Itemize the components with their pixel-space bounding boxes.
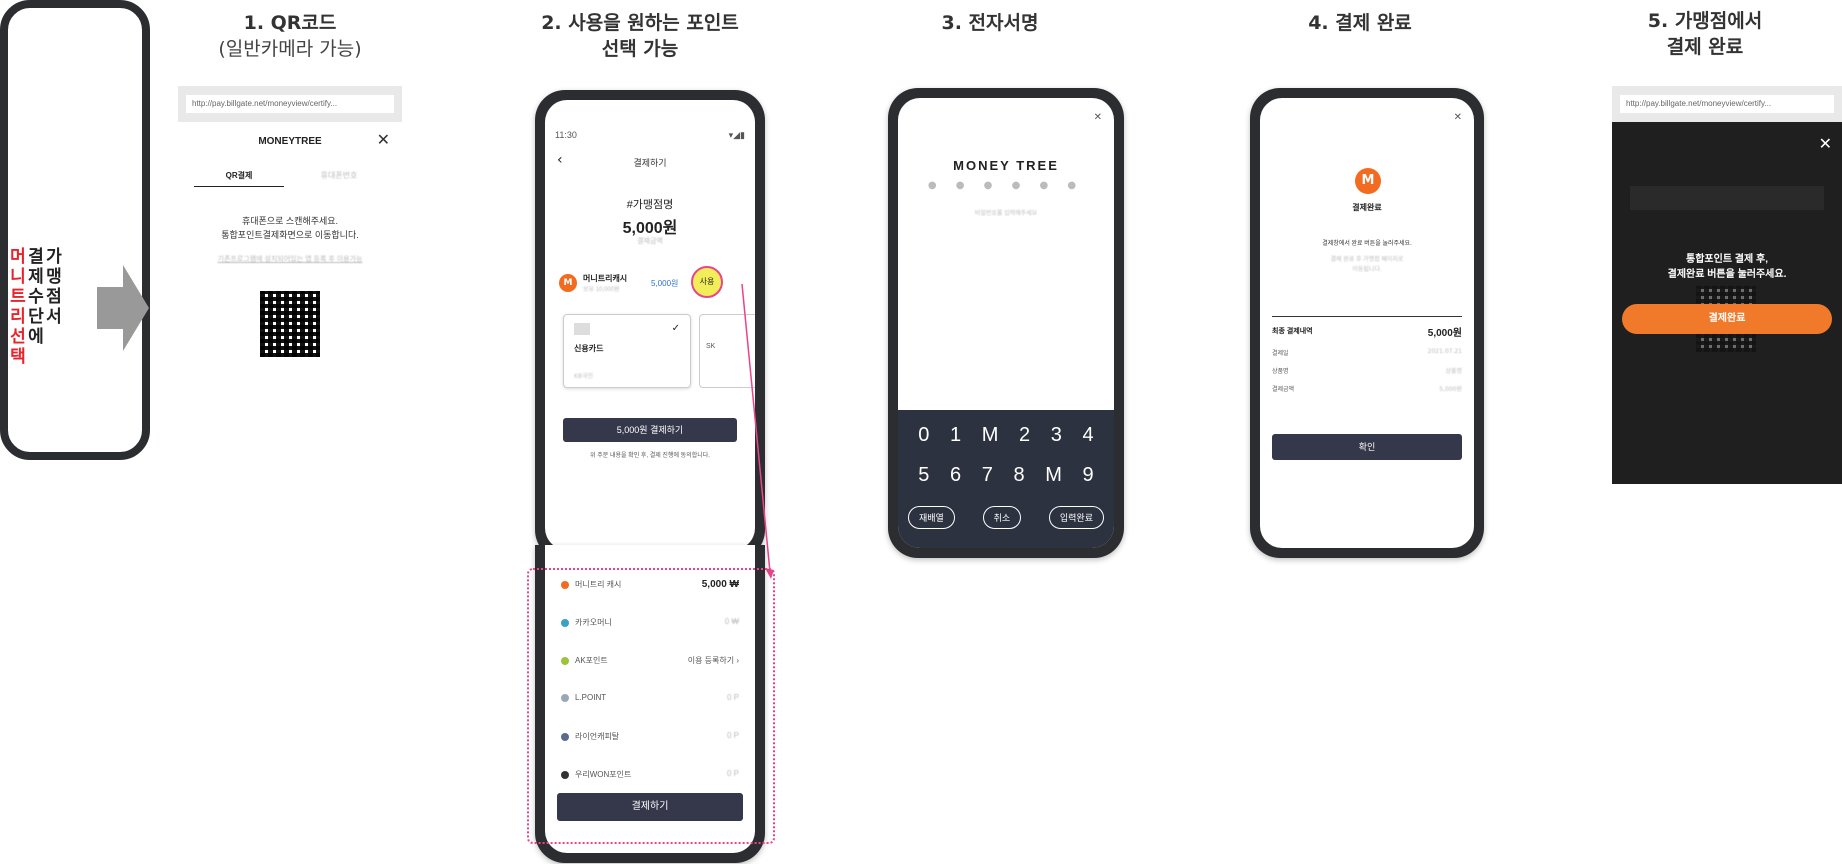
brand-title: MONEY TREE bbox=[953, 158, 1059, 173]
key[interactable]: M bbox=[1045, 464, 1062, 487]
step2-title: 2. 사용을 원하는 포인트 선택 가능 bbox=[541, 12, 739, 60]
redirect-instruction: 통합포인트결제화면으로 이동합니다. bbox=[221, 230, 359, 240]
vertical-text-moneytree: 머니트리선택 bbox=[10, 247, 26, 367]
step5-message-2: 결제완료 버튼을 눌러주세요. bbox=[1667, 269, 1787, 280]
step1-title: 1. QR코드 (일반카메라 가능) bbox=[218, 12, 362, 60]
previous-phone-frame bbox=[0, 0, 150, 460]
step3-phone: ✕ MONEY TREE ● ● ● ● ● ● 비밀번호를 입력해주세요 01… bbox=[888, 88, 1124, 558]
qr-code bbox=[260, 291, 320, 357]
step3-screen: ✕ MONEY TREE ● ● ● ● ● ● 비밀번호를 입력해주세요 01… bbox=[898, 98, 1114, 548]
row-value: 2021.07.21 bbox=[1427, 348, 1462, 355]
status-time: 11:30 bbox=[555, 130, 577, 140]
point-name: 머니트리캐시 bbox=[583, 274, 628, 283]
key[interactable]: 5 bbox=[918, 464, 929, 487]
step5-message-1: 통합포인트 결제 후, bbox=[1686, 254, 1768, 265]
summary-value: 5,000원 bbox=[1427, 328, 1462, 339]
screen-header: 결제하기 bbox=[633, 158, 667, 168]
step4-title: 4. 결제 완료 bbox=[1308, 12, 1412, 34]
card-image bbox=[574, 323, 590, 335]
highlight-box bbox=[527, 568, 775, 844]
key[interactable]: 0 bbox=[918, 424, 929, 447]
card-label: 신용카드 bbox=[574, 344, 604, 353]
rearrange-button[interactable]: 재배열 bbox=[908, 506, 955, 529]
divider bbox=[1272, 316, 1462, 317]
payment-amount: 5,000원 bbox=[622, 220, 678, 237]
amount-caption: 결제금액 bbox=[637, 238, 663, 245]
key[interactable]: 7 bbox=[982, 464, 993, 487]
credit-card-option[interactable]: ✓ 신용카드 KB국민 bbox=[563, 314, 691, 388]
row-label: 상품명 bbox=[1272, 369, 1289, 375]
step2-screen: 11:30 ▾◢▮ ‹ 결제하기 #가맹점명 5,000원 결제금액 M 머니트… bbox=[545, 100, 755, 550]
step5-title: 5. 가맹점에서 결제 완료 bbox=[1647, 10, 1763, 58]
row-label: 결제금액 bbox=[1272, 387, 1295, 393]
done-button[interactable]: 입력완료 bbox=[1048, 506, 1104, 529]
point-value: 5,000원 bbox=[651, 279, 679, 288]
vertical-text-payment: 결제수단에 bbox=[28, 247, 44, 347]
tab-qr-payment[interactable]: QR결제 bbox=[194, 170, 284, 187]
url-field[interactable]: http://pay.billgate.net/moneyview/certif… bbox=[186, 95, 394, 113]
url-bar: http://pay.billgate.net/moneyview/certif… bbox=[1612, 86, 1842, 122]
cancel-button[interactable]: 취소 bbox=[982, 506, 1022, 529]
vertical-text-merchant: 가맹점서 bbox=[46, 247, 62, 327]
url-bar: http://pay.billgate.net/moneyview/certif… bbox=[178, 86, 402, 122]
row-value: 상품명 bbox=[1445, 368, 1462, 375]
complete-message-3: 이동됩니다. bbox=[1352, 267, 1382, 273]
key[interactable]: 3 bbox=[1051, 424, 1062, 447]
moneytree-logo-icon: M bbox=[1355, 168, 1381, 194]
close-icon[interactable]: ✕ bbox=[1094, 112, 1102, 123]
keypad: 01M234 5678M9 재배열 취소 입력완료 bbox=[898, 410, 1114, 548]
step5-browser: http://pay.billgate.net/moneyview/certif… bbox=[1612, 86, 1842, 484]
confirm-button[interactable]: 확인 bbox=[1272, 434, 1462, 460]
key[interactable]: 6 bbox=[950, 464, 961, 487]
key[interactable]: 4 bbox=[1083, 424, 1094, 447]
install-note[interactable]: 기존프로그램에 설치되어있는 앱 등록 후 이용가능 bbox=[178, 254, 402, 264]
payment-complete-button[interactable]: 결제완료 bbox=[1622, 304, 1832, 334]
card-sub: KB국민 bbox=[574, 374, 594, 380]
close-icon[interactable]: ✕ bbox=[1819, 134, 1832, 153]
key[interactable]: 9 bbox=[1083, 464, 1094, 487]
url-field[interactable]: http://pay.billgate.net/moneyview/certif… bbox=[1620, 95, 1834, 113]
keypad-row: 01M234 bbox=[908, 424, 1104, 447]
password-dots: ● ● ● ● ● ● bbox=[927, 180, 1085, 191]
pay-5000-button[interactable]: 5,000원 결제하기 bbox=[563, 418, 737, 442]
row-value: 5,000원 bbox=[1439, 386, 1462, 393]
use-point-button[interactable]: 사용 bbox=[691, 266, 723, 298]
keypad-actions: 재배열 취소 입력완료 bbox=[908, 506, 1104, 529]
key[interactable]: 8 bbox=[1014, 464, 1025, 487]
moneytree-icon: M bbox=[559, 274, 577, 292]
complete-title: 결제완료 bbox=[1352, 203, 1382, 212]
card2-label: SK bbox=[706, 343, 716, 350]
agree-text: 위 주문 내용을 확인 후, 결제 진행에 동의합니다. bbox=[590, 453, 710, 459]
arrow-right-icon bbox=[97, 265, 149, 351]
close-icon[interactable]: ✕ bbox=[377, 130, 390, 149]
key[interactable]: 2 bbox=[1019, 424, 1030, 447]
scan-instruction: 휴대폰으로 스캔해주세요. bbox=[241, 216, 339, 226]
key[interactable]: M bbox=[982, 424, 999, 447]
step4-screen: ✕ M 결제완료 결제창에서 완료 버튼을 눌러주세요. 결제 완료 후 가맹점… bbox=[1260, 98, 1474, 548]
step3-title: 3. 전자서명 bbox=[941, 12, 1039, 34]
status-icons: ▾◢▮ bbox=[728, 130, 745, 140]
key[interactable]: 1 bbox=[950, 424, 961, 447]
dimmed-content bbox=[1630, 186, 1824, 210]
complete-message-2: 결제 완료 후 가맹점 페이지로 bbox=[1330, 257, 1404, 263]
check-icon: ✓ bbox=[671, 323, 680, 334]
complete-message: 결제창에서 완료 버튼을 눌러주세요. bbox=[1322, 241, 1412, 247]
step4-phone: ✕ M 결제완료 결제창에서 완료 버튼을 눌러주세요. 결제 완료 후 가맹점… bbox=[1250, 88, 1484, 558]
tab-phone-number[interactable]: 휴대폰번호 bbox=[294, 170, 384, 181]
pointer-arrow bbox=[741, 283, 774, 579]
close-icon[interactable]: ✕ bbox=[1454, 112, 1462, 123]
merchant-name: #가맹점명 bbox=[626, 199, 674, 211]
step1-browser: http://pay.billgate.net/moneyview/certif… bbox=[178, 86, 402, 416]
keypad-row: 5678M9 bbox=[908, 464, 1104, 487]
step2-phone: 11:30 ▾◢▮ ‹ 결제하기 #가맹점명 5,000원 결제금액 M 머니트… bbox=[535, 90, 765, 560]
point-balance: 보유 10,000원 bbox=[583, 287, 620, 293]
row-label: 결제일 bbox=[1272, 351, 1289, 357]
password-placeholder: 비밀번호를 입력해주세요 bbox=[974, 211, 1038, 217]
summary-label: 최종 결제내역 bbox=[1272, 328, 1313, 335]
brand-title: MONEYTREE bbox=[258, 136, 322, 147]
